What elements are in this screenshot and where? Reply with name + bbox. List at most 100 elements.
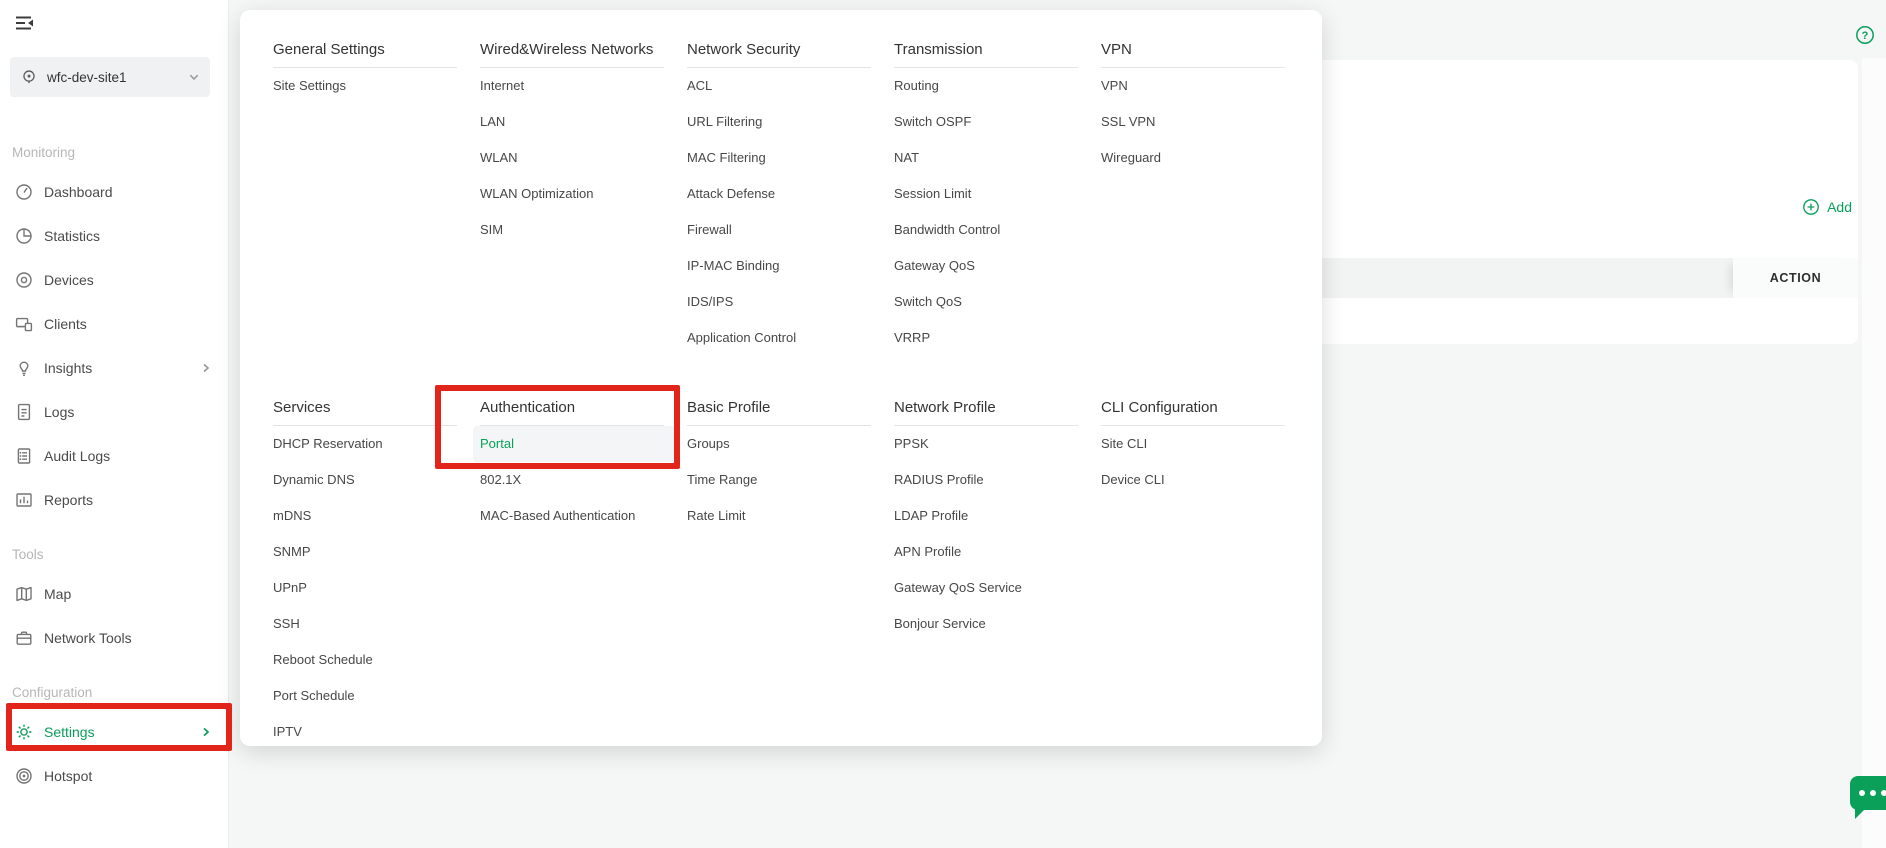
chat-dot bbox=[1870, 790, 1876, 796]
add-button-label: Add bbox=[1827, 199, 1852, 215]
menu-top-row: General Settings Site Settings Wired&Wirel… bbox=[273, 38, 1308, 356]
menu-item-bandwidth-control[interactable]: Bandwidth Control bbox=[894, 212, 1078, 248]
sidebar-item-label: Devices bbox=[44, 272, 94, 288]
sidebar-item-insights[interactable]: Insights bbox=[0, 346, 228, 390]
menu-item-ids-ips[interactable]: IDS/IPS bbox=[687, 284, 871, 320]
menu-item-nat[interactable]: NAT bbox=[894, 140, 1078, 176]
lightbulb-icon bbox=[14, 358, 34, 378]
menu-item-routing[interactable]: Routing bbox=[894, 68, 1078, 104]
menu-item-radius-profile[interactable]: RADIUS Profile bbox=[894, 462, 1078, 498]
menu-item-ip-mac-binding[interactable]: IP-MAC Binding bbox=[687, 248, 871, 284]
menu-item-802-1x[interactable]: 802.1X bbox=[480, 462, 664, 498]
scrollbar-track[interactable] bbox=[1862, 58, 1886, 848]
sidebar-item-settings[interactable]: Settings bbox=[0, 710, 228, 754]
collapse-menu-icon[interactable] bbox=[12, 11, 38, 35]
site-selector[interactable]: wfc-dev-site1 bbox=[10, 57, 210, 97]
menu-column-title: Services bbox=[273, 396, 480, 420]
menu-column-wired-wireless-networks: Wired&Wireless Networks InternetLANWLANWL… bbox=[480, 38, 687, 356]
menu-item-site-cli[interactable]: Site CLI bbox=[1101, 426, 1285, 462]
table-header-action: ACTION bbox=[1733, 258, 1858, 298]
sidebar-item-label: Reports bbox=[44, 492, 93, 508]
menu-item-ppsk[interactable]: PPSK bbox=[894, 426, 1078, 462]
devices-icon bbox=[14, 270, 34, 290]
menu-item-time-range[interactable]: Time Range bbox=[687, 462, 871, 498]
menu-column-title: General Settings bbox=[273, 38, 480, 62]
menu-column-title: Network Profile bbox=[894, 396, 1101, 420]
menu-item-mdns[interactable]: mDNS bbox=[273, 498, 457, 534]
menu-bottom-row: ServicesDHCP ReservationDynamic DNSmDNSS… bbox=[273, 396, 1308, 750]
menu-item-firewall[interactable]: Firewall bbox=[687, 212, 871, 248]
help-icon[interactable]: ? bbox=[1855, 25, 1875, 45]
sidebar-item-reports[interactable]: Reports bbox=[0, 478, 228, 522]
sidebar-item-map[interactable]: Map bbox=[0, 572, 228, 616]
menu-item-iptv[interactable]: IPTV bbox=[273, 714, 457, 750]
menu-item-wlan-optimization[interactable]: WLAN Optimization bbox=[480, 176, 664, 212]
sidebar-item-clients[interactable]: Clients bbox=[0, 302, 228, 346]
menu-item-gateway-qos[interactable]: Gateway QoS bbox=[894, 248, 1078, 284]
menu-item-dhcp-reservation[interactable]: DHCP Reservation bbox=[273, 426, 457, 462]
menu-item-mac-filtering[interactable]: MAC Filtering bbox=[687, 140, 871, 176]
menu-column-cli-configuration: CLI Configuration Site CLIDevice CLI bbox=[1101, 396, 1308, 750]
chevron-right-icon bbox=[200, 726, 212, 738]
menu-item-url-filtering[interactable]: URL Filtering bbox=[687, 104, 871, 140]
menu-column-title: CLI Configuration bbox=[1101, 396, 1308, 420]
menu-item-rate-limit[interactable]: Rate Limit bbox=[687, 498, 871, 534]
menu-item-apn-profile[interactable]: APN Profile bbox=[894, 534, 1078, 570]
chat-bubble-icon[interactable] bbox=[1850, 776, 1886, 810]
menu-item-wlan[interactable]: WLAN bbox=[480, 140, 664, 176]
menu-item-application-control[interactable]: Application Control bbox=[687, 320, 871, 356]
menu-item-vrrp[interactable]: VRRP bbox=[894, 320, 1078, 356]
menu-item-ssl-vpn[interactable]: SSL VPN bbox=[1101, 104, 1285, 140]
menu-item-reboot-schedule[interactable]: Reboot Schedule bbox=[273, 642, 457, 678]
sidebar-item-label: Logs bbox=[44, 404, 74, 420]
menu-column-network-security: Network Security ACLURL FilteringMAC Filt… bbox=[687, 38, 894, 356]
menu-item-acl[interactable]: ACL bbox=[687, 68, 871, 104]
menu-item-vpn[interactable]: VPN bbox=[1101, 68, 1285, 104]
menu-item-lan[interactable]: LAN bbox=[480, 104, 664, 140]
site-selector-value: wfc-dev-site1 bbox=[47, 70, 188, 85]
menu-item-site-settings[interactable]: Site Settings bbox=[273, 68, 457, 104]
menu-item-mac-based-authentication[interactable]: MAC-Based Authentication bbox=[480, 498, 664, 534]
sidebar: wfc-dev-site1 MonitoringDashboardStatist… bbox=[0, 0, 229, 848]
sidebar-section-tools: ToolsMapNetwork Tools bbox=[0, 536, 228, 660]
menu-item-attack-defense[interactable]: Attack Defense bbox=[687, 176, 871, 212]
menu-item-portal[interactable]: Portal bbox=[473, 426, 679, 462]
menu-item-internet[interactable]: Internet bbox=[480, 68, 664, 104]
menu-item-ldap-profile[interactable]: LDAP Profile bbox=[894, 498, 1078, 534]
menu-column-title: Wired&Wireless Networks bbox=[480, 38, 687, 62]
sidebar-section-label: Monitoring bbox=[0, 134, 228, 170]
chat-dot bbox=[1859, 790, 1865, 796]
add-button[interactable]: Add bbox=[1802, 198, 1852, 216]
menu-item-ssh[interactable]: SSH bbox=[273, 606, 457, 642]
menu-item-session-limit[interactable]: Session Limit bbox=[894, 176, 1078, 212]
menu-item-sim[interactable]: SIM bbox=[480, 212, 664, 248]
sidebar-item-statistics[interactable]: Statistics bbox=[0, 214, 228, 258]
sidebar-item-devices[interactable]: Devices bbox=[0, 258, 228, 302]
chevron-down-icon bbox=[188, 71, 200, 83]
sidebar-item-logs[interactable]: Logs bbox=[0, 390, 228, 434]
menu-item-dynamic-dns[interactable]: Dynamic DNS bbox=[273, 462, 457, 498]
sidebar-item-audit-logs[interactable]: Audit Logs bbox=[0, 434, 228, 478]
sidebar-item-dashboard[interactable]: Dashboard bbox=[0, 170, 228, 214]
menu-column-authentication: AuthenticationPortal802.1XMAC-Based Auth… bbox=[480, 396, 687, 750]
menu-item-switch-qos[interactable]: Switch QoS bbox=[894, 284, 1078, 320]
menu-column-network-profile: Network Profile PPSKRADIUS ProfileLDAP Pr… bbox=[894, 396, 1101, 750]
sidebar-item-network-tools[interactable]: Network Tools bbox=[0, 616, 228, 660]
menu-item-groups[interactable]: Groups bbox=[687, 426, 871, 462]
menu-item-gateway-qos-service[interactable]: Gateway QoS Service bbox=[894, 570, 1078, 606]
menu-item-upnp[interactable]: UPnP bbox=[273, 570, 457, 606]
plus-circle-icon bbox=[1802, 198, 1820, 216]
menu-item-device-cli[interactable]: Device CLI bbox=[1101, 462, 1285, 498]
menu-item-snmp[interactable]: SNMP bbox=[273, 534, 457, 570]
sidebar-item-label: Hotspot bbox=[44, 768, 92, 784]
menu-item-bonjour-service[interactable]: Bonjour Service bbox=[894, 606, 1078, 642]
sidebar-item-hotspot[interactable]: Hotspot bbox=[0, 754, 228, 798]
menu-column-title: Network Security bbox=[687, 38, 894, 62]
menu-item-switch-ospf[interactable]: Switch OSPF bbox=[894, 104, 1078, 140]
menu-item-wireguard[interactable]: Wireguard bbox=[1101, 140, 1285, 176]
menu-item-port-schedule[interactable]: Port Schedule bbox=[273, 678, 457, 714]
sidebar-section-monitoring: MonitoringDashboardStatistics Devices Clie… bbox=[0, 134, 228, 522]
pie-chart-icon bbox=[14, 226, 34, 246]
sidebar-item-label: Clients bbox=[44, 316, 87, 332]
list-document-icon bbox=[14, 446, 34, 466]
